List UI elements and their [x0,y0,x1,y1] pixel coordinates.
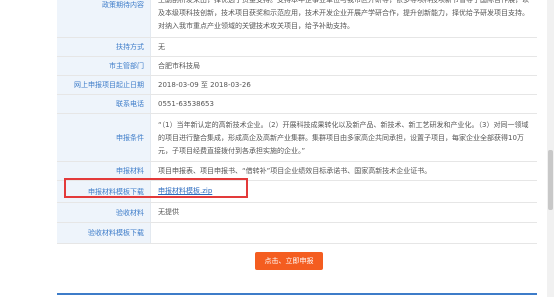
row-value: 2018-03-09 至 2018-03-26 [158,80,251,89]
row-label: 申报条件 [57,114,151,161]
bottom-divider [57,293,537,295]
row-value: 无 [158,42,165,51]
row-value: 王副剖析发来由，择优选于资金支持。支持本年企事业单位与我市区开研等，依多等项科技… [158,0,529,30]
policy-info-table: 政策期待内容 王副剖析发来由，择优选于资金支持。支持本年企事业单位与我市区开研等… [57,0,537,244]
row-label: 扶持方式 [57,38,151,56]
row-label: 验收材料 [57,203,151,222]
row-label: 联系电话 [57,95,151,113]
row-acceptance-materials: 验收材料 无提供 [57,203,537,223]
row-support-method: 扶持方式 无 [57,38,537,57]
row-phone: 联系电话 0551-63538653 [57,95,537,114]
row-conditions: 申报条件 “（1）当年新认定的高新技术企业。（2）开展科技成果转化以及新产品、新… [57,114,537,162]
row-value: “（1）当年新认定的高新技术企业。（2）开展科技成果转化以及新产品、新技术、新工… [158,121,529,155]
row-label: 市主管部门 [57,57,151,75]
highlight-box [64,178,248,198]
scrollbar-thumb[interactable] [548,150,553,210]
row-label: 验收材料模板下载 [57,223,151,243]
row-value: 0551-63538653 [158,99,214,108]
row-label: 政策期待内容 [57,0,151,37]
scrollbar-track[interactable] [547,0,554,297]
row-value: 合肥市科技局 [158,61,200,70]
row-department: 市主管部门 合肥市科技局 [57,57,537,76]
row-date-range: 网上申报项目起止日期 2018-03-09 至 2018-03-26 [57,76,537,95]
row-label: 网上申报项目起止日期 [57,76,151,94]
row-value: 无提供 [158,208,179,216]
row-acceptance-template: 验收材料模板下载 [57,223,537,244]
row-value [151,223,537,243]
policy-detail-page: 政策期待内容 王副剖析发来由，择优选于资金支持。支持本年企事业单位与我市区开研等… [0,0,554,297]
row-policy-content: 政策期待内容 王副剖析发来由，择优选于资金支持。支持本年企事业单位与我市区开研等… [57,0,537,38]
apply-now-button[interactable]: 点击、立即申报 [255,252,323,270]
